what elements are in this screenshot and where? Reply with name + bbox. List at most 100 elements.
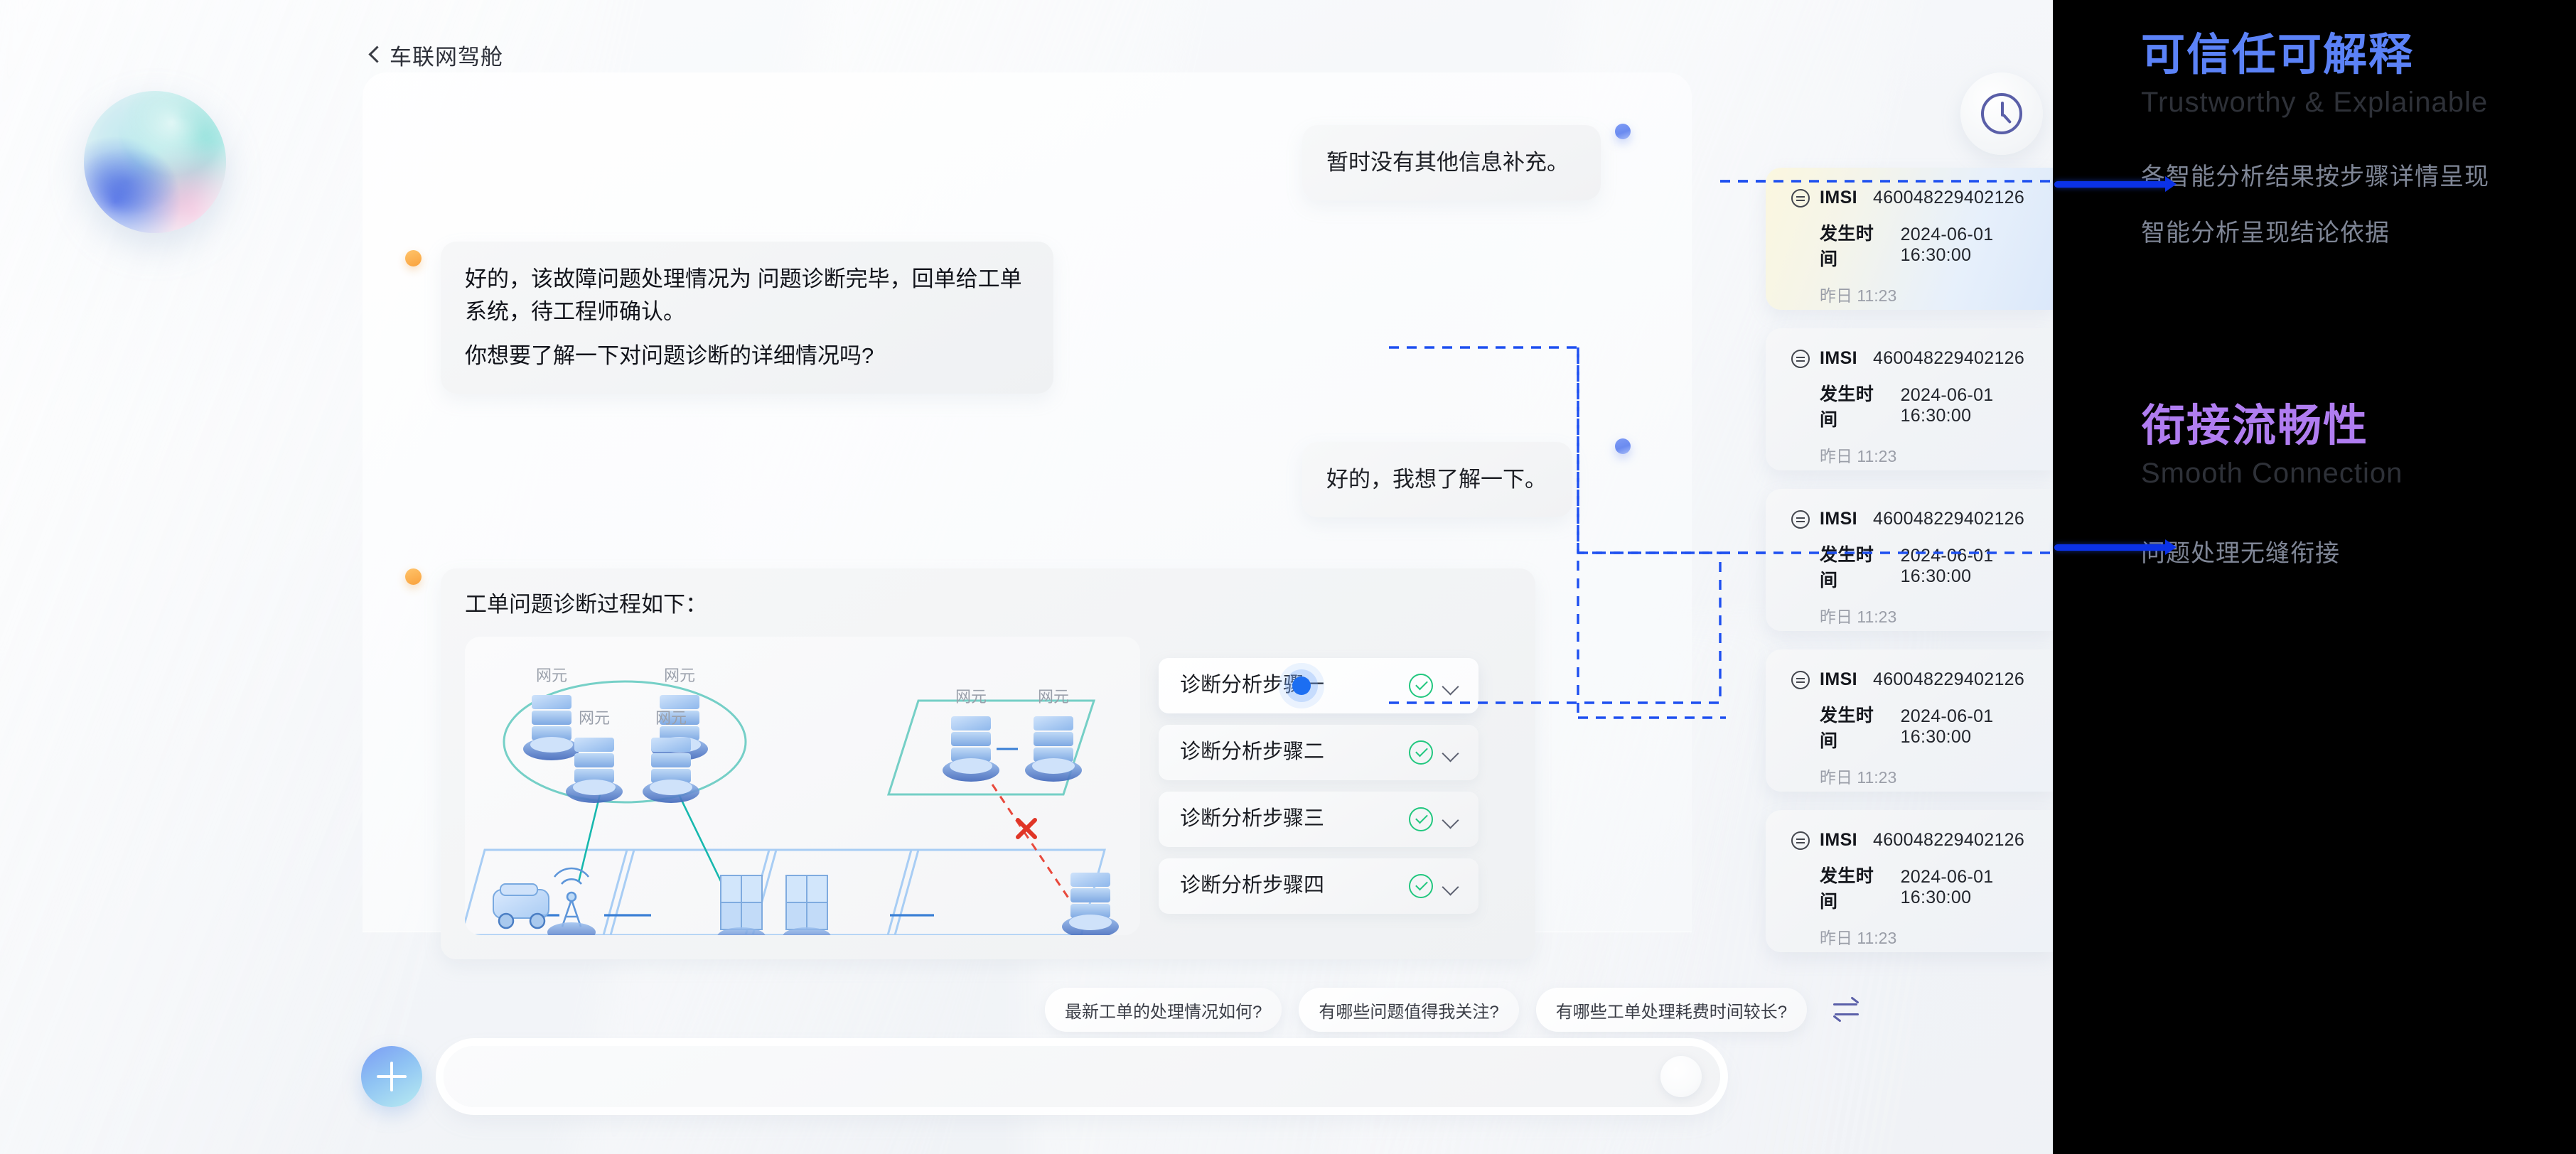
chat-bubble-diagnosis: 工单问题诊断过程如下： 网元 网元 网元 网元 网元 网元 诊断分析步骤一 诊断… <box>441 568 1535 959</box>
imsi-card-rail: IMSI 460048229402126 发生时间 2024-06-01 16:… <box>1766 168 2053 971</box>
imsi-value: 460048229402126 <box>1873 509 2025 529</box>
suggestion-chip[interactable]: 有哪些问题值得我关注? <box>1299 988 1519 1032</box>
message-anchor-dot <box>1615 124 1631 139</box>
annotation-subtitle: Smooth Connection <box>2141 457 2403 489</box>
time-row: 发生时间 2024-06-01 16:30:00 <box>1791 862 2053 913</box>
suggestion-chip-label: 最新工单的处理情况如何? <box>1065 1002 1262 1022</box>
imsi-key-label: IMSI <box>1820 830 1857 850</box>
diagnosis-step-row[interactable]: 诊断分析步骤二 <box>1159 724 1478 780</box>
time-value: 2024-06-01 16:30:00 <box>1900 867 1994 907</box>
step-active-dot <box>1292 676 1311 695</box>
chevron-down-icon[interactable] <box>1442 743 1460 762</box>
assistant-orb <box>84 91 226 233</box>
imsi-card[interactable]: IMSI 460048229402126 发生时间 2024-06-01 16:… <box>1766 810 2053 952</box>
imsi-key-label: IMSI <box>1820 188 1857 207</box>
imsi-card[interactable]: IMSI 460048229402126 发生时间 2024-06-01 16:… <box>1766 489 2053 631</box>
message-composer <box>361 1046 1720 1107</box>
message-text: 好的，我想了解一下。 <box>1326 467 1547 492</box>
time-row: 发生时间 2024-06-01 16:30:00 <box>1791 701 2053 753</box>
send-circle-icon[interactable] <box>1660 1056 1702 1097</box>
time-row: 发生时间 2024-06-01 16:30:00 <box>1791 541 2053 592</box>
message-text: 好的，该故障问题处理情况为 问题诊断完毕，回单给工单系统，待工程师确认。 <box>465 266 1022 324</box>
history-button[interactable] <box>1960 72 2043 155</box>
node-label: 网元 <box>1038 688 1069 706</box>
annotation-line: 各智能分析结果按步骤详情呈现 <box>2141 163 2489 190</box>
imsi-card[interactable]: IMSI 460048229402126 发生时间 2024-06-01 16:… <box>1766 168 2053 310</box>
time-key-label: 发生时间 <box>1820 384 1874 430</box>
imsi-card[interactable]: IMSI 460048229402126 发生时间 2024-06-01 16:… <box>1766 649 2053 792</box>
imsi-row: IMSI 460048229402126 <box>1791 669 2053 690</box>
message-text: 暂时没有其他信息补充。 <box>1326 150 1569 175</box>
refresh-suggestions-button[interactable] <box>1824 988 1868 1032</box>
assistant-avatar-dot <box>405 250 422 266</box>
annotation-panel: 可信任可解释 Trustworthy & Explainable 各智能分析结果… <box>2053 0 2576 1154</box>
diagnosis-step-row[interactable]: 诊断分析步骤一 <box>1159 657 1478 713</box>
network-topology-diagram: 网元 网元 网元 网元 网元 网元 <box>465 636 1140 935</box>
relative-time: 昨日 11:23 <box>1820 768 1897 787</box>
message-followup-text: 你想要了解一下对问题诊断的详细情况吗? <box>465 343 874 368</box>
imsi-row: IMSI 460048229402126 <box>1791 509 2053 529</box>
chevron-down-icon[interactable] <box>1442 810 1460 829</box>
suggestion-chip-label: 有哪些问题值得我关注? <box>1319 1002 1499 1022</box>
annotation-block: 衔接流畅性 Smooth Connection 问题处理无缝衔接 <box>2141 399 2403 568</box>
time-key-label: 发生时间 <box>1820 545 1874 591</box>
clock-icon <box>1981 93 2022 134</box>
node-label: 网元 <box>536 667 567 684</box>
check-circle-icon <box>1409 740 1433 765</box>
breadcrumb[interactable]: 车联网驾舱 <box>368 39 503 71</box>
annotation-title: 可信任可解释 <box>2141 31 2415 80</box>
add-attachment-button[interactable] <box>361 1046 422 1107</box>
time-value: 2024-06-01 16:30:00 <box>1900 225 1994 265</box>
screen-root: 车联网驾舱 暂时没有其他信息补充。 好的，该故障问题处理情况为 问题诊断完毕，回… <box>0 0 2576 1154</box>
swap-arrows-icon <box>1832 996 1860 1023</box>
imsi-key-label: IMSI <box>1820 348 1857 368</box>
node-label: 网元 <box>655 709 687 727</box>
chat-bubble-assistant: 好的，该故障问题处理情况为 问题诊断完毕，回单给工单系统，待工程师确认。 你想要… <box>441 242 1053 394</box>
imsi-card[interactable]: IMSI 460048229402126 发生时间 2024-06-01 16:… <box>1766 328 2053 470</box>
chevron-down-icon[interactable] <box>1442 676 1460 695</box>
check-circle-icon <box>1409 807 1433 831</box>
chevron-down-icon[interactable] <box>1442 877 1460 895</box>
step-label: 诊断分析步骤二 <box>1180 740 1325 764</box>
step-label: 诊断分析步骤四 <box>1180 874 1325 897</box>
relative-time: 昨日 11:23 <box>1820 447 1897 465</box>
imsi-badge-icon <box>1791 349 1810 368</box>
annotation-arrow <box>2054 539 2177 555</box>
check-circle-icon <box>1409 673 1433 698</box>
app-area: 车联网驾舱 暂时没有其他信息补充。 好的，该故障问题处理情况为 问题诊断完毕，回… <box>0 0 2053 1154</box>
suggestion-chip-label: 有哪些工单处理耗费时间较长? <box>1555 1002 1788 1022</box>
time-value: 2024-06-01 16:30:00 <box>1900 706 1994 747</box>
suggestion-chip[interactable]: 最新工单的处理情况如何? <box>1045 988 1282 1032</box>
message-input[interactable] <box>471 1065 1693 1088</box>
diagnosis-step-row[interactable]: 诊断分析步骤三 <box>1159 791 1478 847</box>
chat-bubble-user: 好的，我想了解一下。 <box>1302 442 1572 517</box>
message-anchor-dot <box>1615 438 1631 454</box>
imsi-value: 460048229402126 <box>1873 188 2025 207</box>
time-key-label: 发生时间 <box>1820 866 1874 912</box>
diagnosis-title: 工单问题诊断过程如下： <box>465 592 707 617</box>
step-controls <box>1409 873 1460 898</box>
diagnosis-step-row[interactable]: 诊断分析步骤四 <box>1159 858 1478 914</box>
time-value: 2024-06-01 16:30:00 <box>1900 546 1994 586</box>
annotation-subtitle: Trustworthy & Explainable <box>2141 86 2489 118</box>
check-circle-icon <box>1409 873 1433 898</box>
topology-svg: 网元 网元 网元 网元 网元 网元 <box>465 667 1119 935</box>
annotation-arrow <box>2054 176 2177 192</box>
suggestion-chip[interactable]: 有哪些工单处理耗费时间较长? <box>1535 988 1808 1032</box>
page-title: 车联网驾舱 <box>390 45 503 70</box>
step-controls <box>1409 740 1460 765</box>
relative-time: 昨日 11:23 <box>1820 608 1897 626</box>
message-input-wrapper[interactable] <box>444 1046 1720 1107</box>
imsi-badge-icon <box>1791 188 1810 207</box>
imsi-row: IMSI 460048229402126 <box>1791 348 2053 369</box>
annotation-line: 问题处理无缝衔接 <box>2141 539 2340 567</box>
time-row: 发生时间 2024-06-01 16:30:00 <box>1791 220 2053 271</box>
node-label: 网元 <box>955 688 987 706</box>
plus-icon <box>375 1060 408 1093</box>
imsi-key-label: IMSI <box>1820 509 1857 529</box>
assistant-avatar-dot <box>405 568 422 585</box>
step-label: 诊断分析步骤三 <box>1180 807 1325 831</box>
annotation-title: 衔接流畅性 <box>2141 401 2369 451</box>
imsi-value: 460048229402126 <box>1873 669 2025 689</box>
chevron-left-icon[interactable] <box>368 46 380 65</box>
